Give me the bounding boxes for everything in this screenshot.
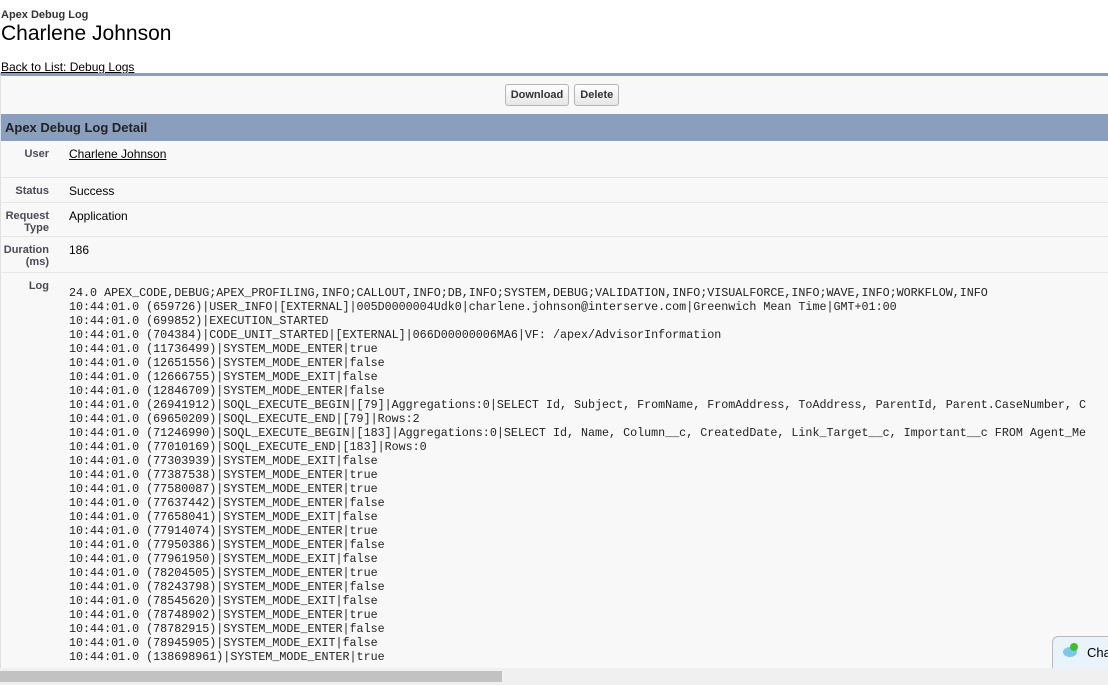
log-line: 10:44:01.0 (78204505)|SYSTEM_MODE_ENTER|…	[69, 566, 378, 580]
log-line: 10:44:01.0 (11736499)|SYSTEM_MODE_ENTER|…	[69, 342, 378, 356]
back-to-list-link[interactable]: Back to List: Debug Logs	[1, 60, 134, 74]
page-subtitle: Apex Debug Log	[1, 9, 89, 21]
log-line: 10:44:01.0 (78782915)|SYSTEM_MODE_ENTER|…	[69, 622, 385, 636]
section-header: Apex Debug Log Detail	[1, 114, 1108, 141]
page-header: Apex Debug Log Charlene Johnson	[0, 0, 1108, 46]
field-label: Log	[28, 280, 49, 292]
page-title: Charlene Johnson	[1, 22, 172, 45]
log-line: 10:44:01.0 (69650209)|SOQL_EXECUTE_END|[…	[69, 412, 420, 426]
log-line: 10:44:01.0 (77387538)|SYSTEM_MODE_ENTER|…	[69, 468, 378, 482]
delete-button[interactable]: Delete	[574, 84, 620, 106]
log-line: 10:44:01.0 (77580087)|SYSTEM_MODE_ENTER|…	[69, 482, 378, 496]
log-content: 24.0 APEX_CODE,DEBUG;APEX_PROFILING,INFO…	[69, 273, 1086, 664]
log-line: 10:44:01.0 (77303939)|SYSTEM_MODE_EXIT|f…	[69, 454, 378, 468]
user-link[interactable]: Charlene Johnson	[69, 147, 166, 161]
scrollbar-thumb[interactable]	[0, 671, 502, 682]
log-line: 10:44:01.0 (77914074)|SYSTEM_MODE_ENTER|…	[69, 524, 378, 538]
log-line: 10:44:01.0 (77637442)|SYSTEM_MODE_ENTER|…	[69, 496, 385, 510]
log-line: 10:44:01.0 (77950386)|SYSTEM_MODE_ENTER|…	[69, 538, 385, 552]
log-line: 10:44:01.0 (78748902)|SYSTEM_MODE_ENTER|…	[69, 608, 378, 622]
field-value: Application	[69, 209, 128, 223]
log-line: 10:44:01.0 (138698961)|SYSTEM_MODE_ENTER…	[69, 650, 385, 664]
field-label: Duration (ms)	[3, 244, 49, 268]
field-request-type: Request Type Application	[1, 203, 1108, 237]
log-line: 10:44:01.0 (659726)|USER_INFO|[EXTERNAL]…	[69, 300, 897, 314]
field-value: Success	[69, 184, 115, 198]
log-line: 10:44:01.0 (704384)|CODE_UNIT_STARTED|[E…	[69, 328, 722, 342]
log-line: 10:44:01.0 (12666755)|SYSTEM_MODE_EXIT|f…	[69, 370, 378, 384]
field-status: Status Success	[1, 178, 1108, 203]
field-label: Request Type	[5, 210, 49, 234]
field-value: 186	[69, 243, 90, 257]
horizontal-scrollbar[interactable]	[0, 668, 1108, 685]
log-line: 24.0 APEX_CODE,DEBUG;APEX_PROFILING,INFO…	[69, 286, 988, 300]
field-log: Log 24.0 APEX_CODE,DEBUG;APEX_PROFILING,…	[1, 273, 1108, 664]
log-line: 10:44:01.0 (12651556)|SYSTEM_MODE_ENTER|…	[69, 356, 385, 370]
log-line: 10:44:01.0 (26941912)|SOQL_EXECUTE_BEGIN…	[69, 398, 1086, 412]
field-label: User	[24, 148, 49, 160]
log-line: 10:44:01.0 (78243798)|SYSTEM_MODE_ENTER|…	[69, 580, 385, 594]
chat-label: Cha	[1087, 645, 1108, 660]
log-line: 10:44:01.0 (77010169)|SOQL_EXECUTE_END|[…	[69, 440, 427, 454]
chat-button[interactable]: Cha	[1052, 636, 1108, 670]
log-line: 10:44:01.0 (71246990)|SOQL_EXECUTE_BEGIN…	[69, 426, 1086, 440]
field-duration: Duration (ms) 186	[1, 237, 1108, 273]
log-line: 10:44:01.0 (78945905)|SYSTEM_MODE_EXIT|f…	[69, 636, 378, 650]
detail-panel: Download Delete Apex Debug Log Detail Us…	[0, 73, 1108, 673]
download-button[interactable]: Download	[504, 84, 570, 106]
online-status-icon	[1070, 643, 1078, 651]
log-line: 10:44:01.0 (77961950)|SYSTEM_MODE_EXIT|f…	[69, 552, 378, 566]
log-line: 10:44:01.0 (699852)|EXECUTION_STARTED	[69, 314, 329, 328]
log-line: 10:44:01.0 (12846709)|SYSTEM_MODE_ENTER|…	[69, 384, 385, 398]
log-line: 10:44:01.0 (78545620)|SYSTEM_MODE_EXIT|f…	[69, 594, 378, 608]
log-line: 10:44:01.0 (77658041)|SYSTEM_MODE_EXIT|f…	[69, 510, 378, 524]
button-bar: Download Delete	[1, 76, 1108, 112]
field-label: Status	[15, 185, 49, 197]
field-user: User Charlene Johnson	[1, 141, 1108, 178]
